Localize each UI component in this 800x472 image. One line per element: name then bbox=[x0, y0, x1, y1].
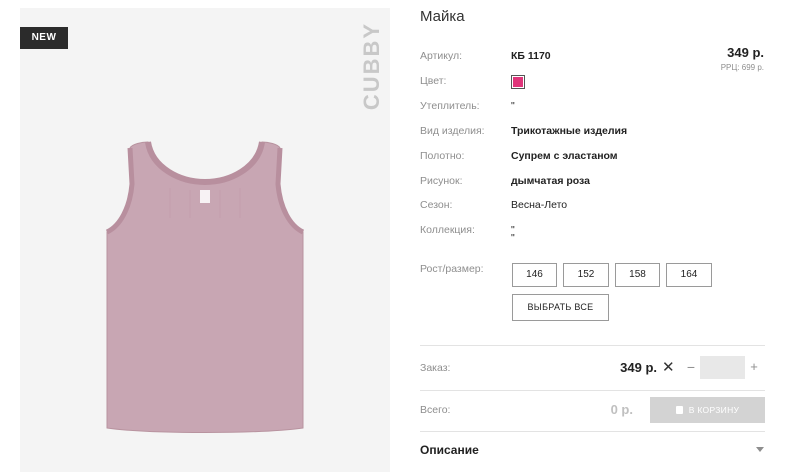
attr-article-label: Артикул: bbox=[420, 50, 463, 62]
description-toggle[interactable]: Описание bbox=[420, 443, 479, 457]
size-label: Рост/размер: bbox=[420, 263, 484, 275]
quantity-input[interactable] bbox=[700, 356, 745, 379]
attr-article-value: КБ 1170 bbox=[511, 50, 551, 62]
attr-season-label: Сезон: bbox=[420, 199, 453, 211]
recommended-retail-price: РРЦ: 699 р. bbox=[720, 63, 764, 72]
size-button-158[interactable]: 158 bbox=[615, 263, 660, 287]
divider bbox=[420, 390, 765, 391]
decrease-quantity-button[interactable]: − bbox=[684, 357, 698, 377]
product-image bbox=[105, 141, 305, 433]
attr-fabric-label: Полотно: bbox=[420, 150, 465, 162]
attr-fabric-value: Супрем с эластаном bbox=[511, 150, 618, 162]
size-button-164[interactable]: 164 bbox=[666, 263, 712, 287]
attr-pattern-label: Рисунок: bbox=[420, 175, 463, 187]
brand-watermark: CUBBY bbox=[359, 21, 384, 111]
attr-item-type-value: Трикотажные изделия bbox=[511, 125, 628, 137]
order-price: 349 р. bbox=[620, 360, 657, 375]
product-price: 349 р. bbox=[727, 45, 764, 60]
attr-color-label: Цвет: bbox=[420, 75, 447, 87]
product-title: Майка bbox=[420, 8, 465, 25]
add-to-cart-label: В КОРЗИНУ bbox=[688, 405, 740, 415]
increase-quantity-button[interactable]: + bbox=[747, 357, 761, 377]
total-value: 0 р. bbox=[610, 402, 633, 417]
color-swatch[interactable] bbox=[511, 75, 525, 89]
times-icon: ✕ bbox=[662, 359, 675, 376]
attr-pattern-value: дымчатая роза bbox=[511, 175, 590, 187]
total-label: Всего: bbox=[420, 404, 451, 416]
attr-item-type-label: Вид изделия: bbox=[420, 125, 485, 137]
order-label: Заказ: bbox=[420, 362, 451, 374]
add-to-cart-button[interactable]: В КОРЗИНУ bbox=[650, 397, 765, 423]
size-button-146[interactable]: 146 bbox=[512, 263, 557, 287]
product-image-panel[interactable]: NEW CUBBY bbox=[20, 8, 390, 472]
select-all-sizes-button[interactable]: ВЫБРАТЬ ВСЕ bbox=[512, 294, 609, 321]
new-badge: NEW bbox=[20, 27, 68, 49]
size-button-152[interactable]: 152 bbox=[563, 263, 609, 287]
chevron-down-icon[interactable] bbox=[756, 447, 764, 452]
attr-collection-value-2: " bbox=[511, 232, 515, 244]
attr-insulation-value: " bbox=[511, 100, 515, 112]
divider bbox=[420, 345, 765, 346]
shopping-bag-icon bbox=[675, 406, 683, 414]
attr-collection-label: Коллекция: bbox=[420, 224, 475, 236]
attr-insulation-label: Утеплитель: bbox=[420, 100, 480, 112]
attr-season-value: Весна-Лето bbox=[511, 199, 568, 211]
divider bbox=[420, 431, 765, 432]
